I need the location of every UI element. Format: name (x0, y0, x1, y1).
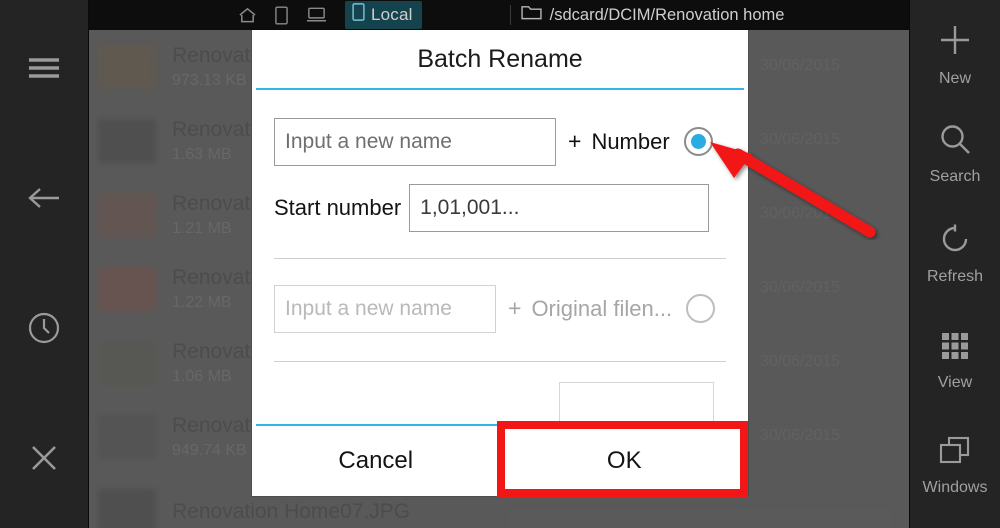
top-bar-divider (509, 5, 511, 25)
start-number-row: Start number 1,01,001... (252, 183, 748, 232)
file-name: Renovat (172, 265, 251, 289)
option-number-row: Input a new name + Number (252, 117, 748, 166)
file-date: 30/06/2015 (760, 427, 841, 444)
plus-label: + (568, 128, 582, 155)
tab-local[interactable]: Local (345, 1, 422, 29)
sidebar-item-search[interactable]: Search (910, 122, 1000, 186)
file-thumbnail (98, 489, 156, 528)
file-date: 30/06/2015 (760, 57, 841, 74)
plus-icon (937, 22, 973, 63)
file-date: 30/06/2015 (760, 131, 841, 148)
windows-stack-icon (938, 435, 972, 472)
option-original-radio[interactable] (686, 294, 716, 324)
folder-icon (520, 4, 542, 26)
file-size: 1.21 MB (172, 219, 232, 237)
file-thumbnail (98, 193, 156, 237)
clock-icon (27, 311, 61, 350)
top-bar: Local /sdcard/DCIM/Renovation home (0, 0, 1000, 30)
file-date: 30/06/2015 (760, 353, 841, 370)
device-icon (352, 3, 365, 26)
app-screen: Renovat 973.13 KB 30/06/2015 Renovat 1.6… (0, 0, 1000, 528)
radio-selected-dot (690, 134, 706, 150)
search-icon (938, 122, 972, 161)
file-thumbnail (98, 341, 156, 385)
sidebar-item-back[interactable] (0, 180, 88, 220)
ok-button[interactable]: OK (500, 426, 748, 496)
sidebar-item-new[interactable]: New (910, 22, 1000, 88)
home-icon[interactable] (238, 6, 257, 24)
tab-local-label: Local (371, 4, 413, 24)
sidebar-item-label: Search (929, 168, 981, 185)
phone-icon[interactable] (275, 5, 288, 25)
partial-option-row (252, 381, 748, 425)
file-size: 1.06 MB (172, 367, 232, 385)
cancel-button[interactable]: Cancel (252, 426, 500, 496)
start-number-value: 1,01,001... (420, 195, 520, 219)
path-text: /sdcard/DCIM/Renovation home (549, 5, 785, 24)
file-size: 1.22 MB (172, 293, 232, 311)
file-name: Renovat (172, 117, 251, 141)
sidebar-item-label: Windows (922, 479, 988, 496)
sidebar-item-label: New (938, 70, 971, 87)
grid-view-icon (939, 330, 971, 367)
sidebar-item-history[interactable] (0, 310, 88, 350)
sidebar-item-windows[interactable]: Windows (910, 435, 1000, 497)
close-x-icon (27, 441, 61, 480)
hamburger-menu-icon (26, 55, 62, 86)
option-original-row: Input a new name + Original filen... (252, 284, 748, 333)
right-sidebar: New Search Refresh View Windows (909, 0, 1000, 528)
location-tabs: Local (238, 1, 422, 29)
sidebar-item-refresh[interactable]: Refresh (910, 222, 1000, 286)
dialog-body: Input a new name + Number Start number 1… (252, 90, 748, 425)
batch-rename-dialog: Batch Rename Input a new name + Number S… (252, 30, 748, 496)
section-divider (274, 257, 726, 259)
file-date: 30/06/2015 (760, 205, 841, 222)
start-number-label: Start number (274, 194, 402, 220)
plus-label-original: + (508, 295, 522, 322)
file-name: Renovat (172, 43, 251, 67)
sidebar-item-label: Refresh (926, 268, 984, 285)
sidebar-item-menu[interactable] (0, 50, 88, 90)
computer-icon[interactable] (306, 6, 327, 24)
refresh-icon (938, 222, 972, 261)
new-name-placeholder: Input a new name (285, 129, 452, 153)
file-size: 949.74 KB (172, 441, 247, 459)
file-thumbnail (98, 119, 156, 163)
partial-input[interactable] (559, 381, 714, 425)
file-size: 1.63 MB (172, 145, 232, 163)
file-name: Renovat (172, 191, 251, 215)
new-name-input[interactable]: Input a new name (274, 117, 556, 166)
sidebar-item-view[interactable]: View (910, 330, 1000, 392)
new-name-input-original[interactable]: Input a new name (274, 284, 496, 333)
option-original-label: Original filen... (531, 295, 673, 321)
file-name: Renovat (172, 413, 251, 437)
option-number-label: Number (591, 128, 670, 154)
start-number-input[interactable]: 1,01,001... (409, 183, 710, 232)
dialog-title: Batch Rename (417, 45, 583, 73)
file-thumbnail (98, 45, 156, 89)
file-date: 30/06/2015 (760, 279, 841, 296)
section-divider-2 (274, 360, 726, 362)
left-sidebar (0, 0, 89, 528)
sidebar-item-label: View (937, 374, 973, 391)
option-number-radio[interactable] (683, 127, 713, 157)
new-name-placeholder-original: Input a new name (285, 296, 452, 320)
file-name: Renovat (172, 339, 251, 363)
breadcrumb[interactable]: /sdcard/DCIM/Renovation home (520, 4, 785, 26)
sidebar-item-close[interactable] (0, 440, 88, 480)
arrow-left-icon (25, 184, 63, 217)
file-size: 973.13 KB (172, 71, 247, 89)
file-thumbnail (98, 415, 156, 459)
file-thumbnail (98, 267, 156, 311)
dialog-actions: Cancel OK (252, 426, 748, 496)
file-name: Renovation Home07.JPG (172, 499, 411, 523)
